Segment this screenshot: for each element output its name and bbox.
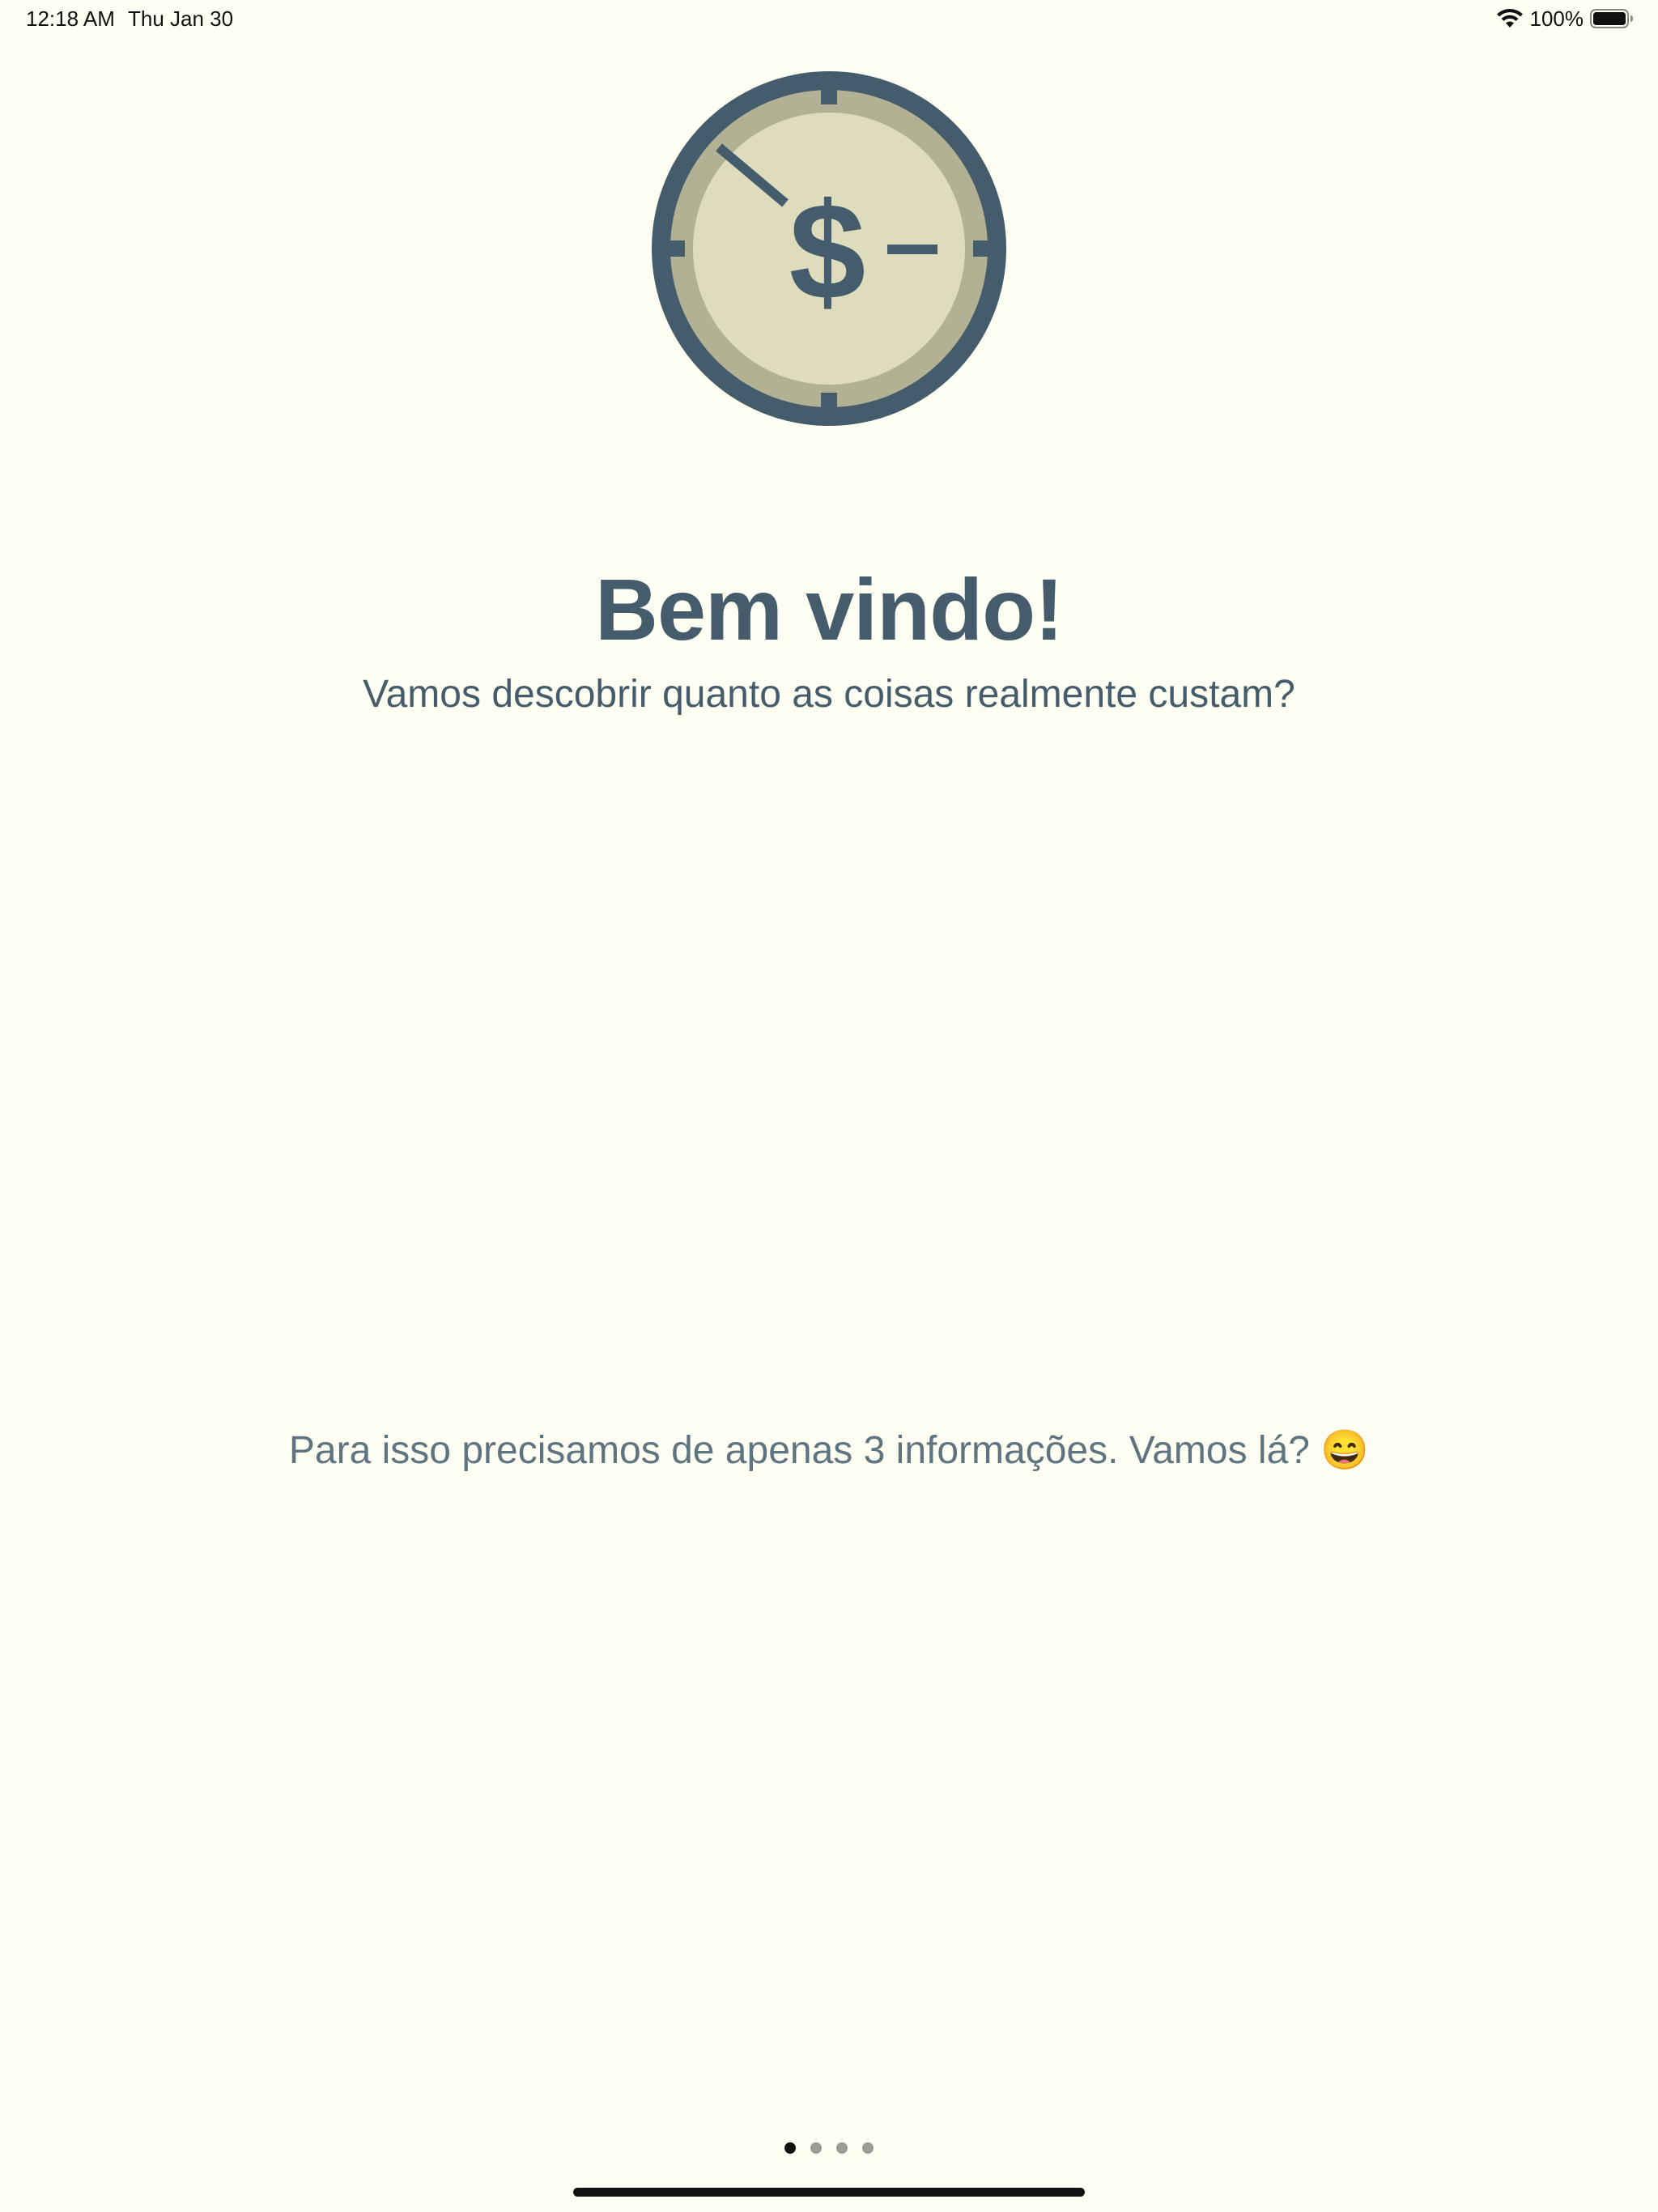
welcome-title: Bem vindo! — [594, 560, 1064, 658]
welcome-subtitle: Vamos descobrir quanto as coisas realmen… — [363, 673, 1295, 716]
onboarding-screen: 12:18 AM Thu Jan 30 100% $ Bem vindo! Va… — [0, 0, 1658, 2212]
wifi-icon — [1496, 8, 1524, 29]
page-dot-3[interactable] — [836, 2142, 848, 2154]
svg-text:$: $ — [789, 175, 866, 329]
battery-icon — [1590, 8, 1634, 29]
page-dot-2[interactable] — [810, 2142, 822, 2154]
app-logo: $ — [651, 70, 1007, 427]
status-date: Thu Jan 30 — [128, 6, 234, 31]
dollar-clock-icon: $ — [652, 71, 1006, 426]
status-bar: 12:18 AM Thu Jan 30 100% — [0, 0, 1658, 39]
page-indicator[interactable] — [0, 2142, 1658, 2154]
home-indicator[interactable] — [573, 2188, 1085, 2197]
page-dot-1[interactable] — [784, 2142, 796, 2154]
status-time: 12:18 AM — [26, 6, 115, 31]
page-dot-4[interactable] — [862, 2142, 874, 2154]
status-indicators: 100% — [1496, 5, 1635, 32]
battery-percent: 100% — [1529, 6, 1584, 31]
info-text: Para isso precisamos de apenas 3 informa… — [288, 1429, 1370, 1472]
